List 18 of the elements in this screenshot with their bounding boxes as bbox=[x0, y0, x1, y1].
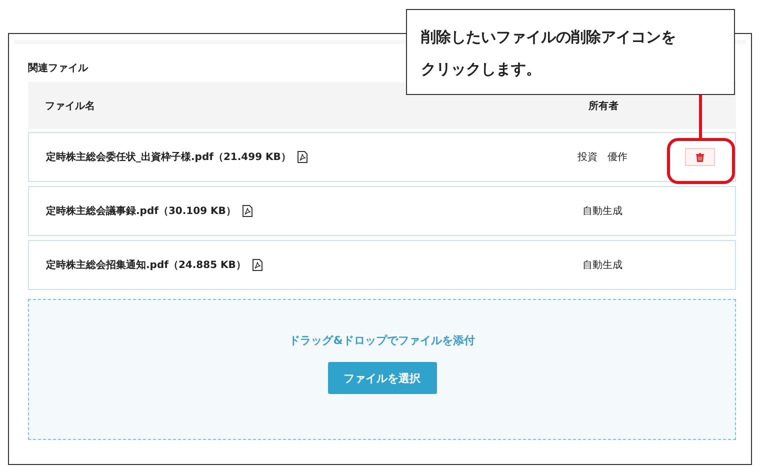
pdf-icon bbox=[296, 151, 308, 163]
owner-name: 自動生成 bbox=[582, 204, 624, 218]
pdf-icon bbox=[242, 205, 253, 217]
column-header: ファイル名 bbox=[44, 100, 96, 112]
leader-line bbox=[699, 95, 702, 138]
delete-button[interactable] bbox=[685, 148, 715, 166]
trash-icon bbox=[696, 152, 704, 162]
section-title: 関連ファイル bbox=[28, 62, 88, 76]
file-link[interactable]: 定時株主総会議事録.pdf（30.109 KB） bbox=[46, 204, 236, 218]
owner-name: 自動生成 bbox=[582, 258, 624, 272]
file-link[interactable]: 定時株主総会委任状_出資枠子様.pdf（21.499 KB） bbox=[46, 150, 291, 164]
callout-text: 削除したいファイルの削除アイコンをクリックします。 bbox=[421, 27, 677, 80]
owner-name: 投資 優作 bbox=[576, 150, 628, 164]
drop-hint: ドラッグ&ドロップでファイルを添付 bbox=[289, 333, 475, 348]
pdf-icon bbox=[252, 259, 263, 271]
column-header: 所有者 bbox=[588, 100, 620, 112]
file-link[interactable]: 定時株主総会招集通知.pdf（24.885 KB） bbox=[46, 258, 246, 272]
highlight-ring bbox=[667, 138, 735, 184]
